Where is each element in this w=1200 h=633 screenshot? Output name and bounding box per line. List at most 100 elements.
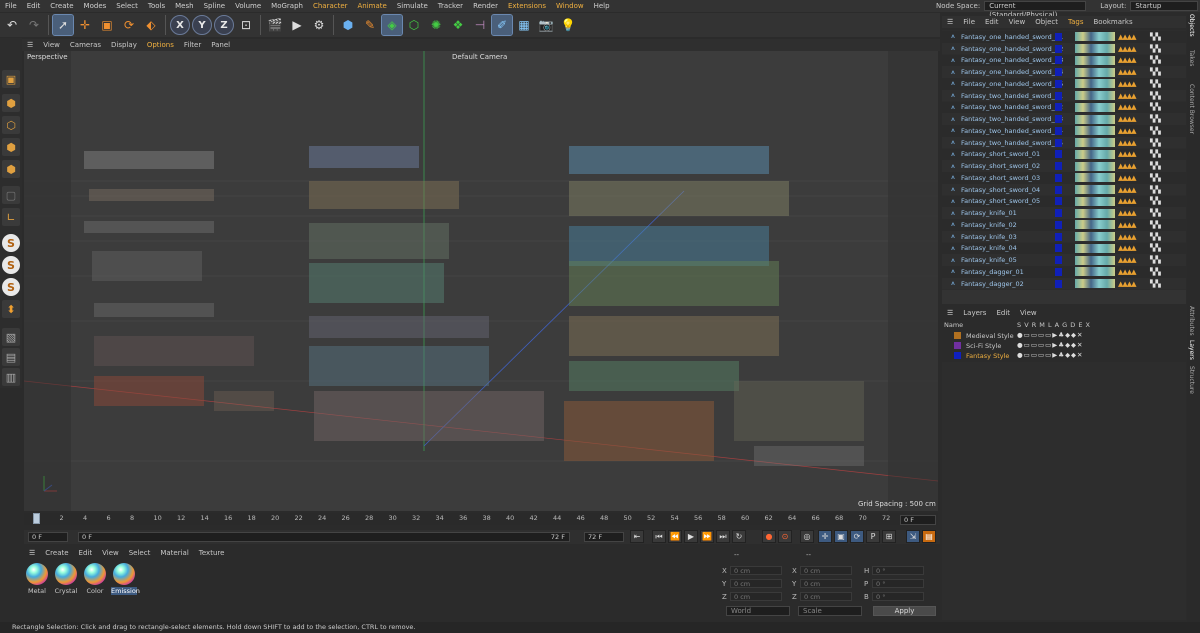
z-axis-lock-button[interactable]: Z xyxy=(214,15,234,35)
layer-menu-edit[interactable]: Edit xyxy=(991,309,1015,317)
material-menu-create[interactable]: Create xyxy=(40,549,73,559)
menu-mograph[interactable]: MoGraph xyxy=(266,2,308,10)
object-row[interactable]: ⩚ Fantasy_knife_03 ▲▲▲▲ ▚▚ xyxy=(942,230,1186,243)
autokey-icon[interactable]: ⊙ xyxy=(778,530,792,543)
object-menu-object[interactable]: Object xyxy=(1030,18,1063,26)
field-icon[interactable]: ❖ xyxy=(448,15,468,35)
layer-color-swatch[interactable] xyxy=(954,342,961,349)
lock-workplane-icon[interactable]: ▥ xyxy=(2,368,20,386)
range-markers-icon[interactable]: ⇤ xyxy=(630,530,644,543)
menu-simulate[interactable]: Simulate xyxy=(392,2,433,10)
object-row[interactable]: ⩚ Fantasy_dagger_02 ▲▲▲▲ ▚▚ xyxy=(942,277,1186,290)
menu-window[interactable]: Window xyxy=(551,2,589,10)
frame-range-slider[interactable]: 0 F 72 F xyxy=(78,532,570,542)
object-row[interactable]: ⩚ Fantasy_two_handed_sword_05 ▲▲▲▲ ▚▚ xyxy=(942,136,1186,149)
3d-viewport[interactable] xyxy=(24,51,938,511)
paint-icon[interactable]: ✐ xyxy=(491,14,513,36)
snap-settings-icon[interactable]: S xyxy=(2,256,20,274)
timeline-ruler[interactable]: 0246810121416182022242628303234363840424… xyxy=(24,513,938,525)
node-space-dropdown[interactable]: Current (Standard/Physical) xyxy=(984,1,1087,19)
layer-menu-icon[interactable]: ☰ xyxy=(942,309,958,317)
object-menu-file[interactable]: File xyxy=(958,18,980,26)
dock-tab-objects[interactable]: Objects xyxy=(1188,14,1195,37)
timeline-playhead[interactable] xyxy=(33,513,40,524)
recent-tool-icon[interactable]: ⬖ xyxy=(141,15,161,35)
render-view-icon[interactable]: 🎬 xyxy=(265,15,285,35)
scheme-icon[interactable]: ⇲ xyxy=(906,530,920,543)
material-swatch[interactable]: Emission xyxy=(111,563,140,595)
coord-value-field[interactable]: 0 ° xyxy=(872,566,924,575)
cloner-icon[interactable]: ⬡ xyxy=(404,15,424,35)
key-position-icon[interactable]: ✛ xyxy=(818,530,832,543)
rotate-icon[interactable]: ⟳ xyxy=(119,15,139,35)
menu-extensions[interactable]: Extensions xyxy=(503,2,551,10)
coordinate-system-icon[interactable]: ⊡ xyxy=(236,15,256,35)
object-row[interactable]: ⩚ Fantasy_knife_05 ▲▲▲▲ ▚▚ xyxy=(942,254,1186,266)
object-row[interactable]: ⩚ Fantasy_short_sword_05 ▲▲▲▲ ▚▚ xyxy=(942,195,1186,208)
loop-icon[interactable]: ↻ xyxy=(732,530,746,543)
next-key-icon[interactable]: ⏩ xyxy=(700,530,714,543)
axis-mode-icon[interactable]: ∟ xyxy=(2,208,20,226)
viewport-menu-panel[interactable]: Panel xyxy=(206,41,235,49)
object-menu-icon[interactable]: ☰ xyxy=(942,18,958,26)
previous-key-icon[interactable]: ⏪ xyxy=(668,530,682,543)
object-row[interactable]: ⩚ Fantasy_dagger_01 ▲▲▲▲ ▚▚ xyxy=(942,266,1186,278)
keyframe-selection-icon[interactable]: ◎ xyxy=(800,530,814,543)
coord-value-field[interactable]: 0 ° xyxy=(872,592,924,601)
start-frame-field[interactable]: 0 F xyxy=(28,532,68,542)
layer-row[interactable]: Sci-Fi Style ●▭▭▭▭▶♣◆◆✕ xyxy=(942,341,1186,351)
coord-value-field[interactable]: 0 cm xyxy=(800,579,852,588)
snap-icon[interactable]: S xyxy=(2,234,20,252)
object-menu-tags[interactable]: Tags xyxy=(1063,18,1089,26)
pen-icon[interactable]: ✎ xyxy=(360,15,380,35)
menu-animate[interactable]: Animate xyxy=(353,2,392,10)
menu-create[interactable]: Create xyxy=(45,2,78,10)
coord-value-field[interactable]: 0 cm xyxy=(800,566,852,575)
menu-edit[interactable]: Edit xyxy=(22,2,46,10)
menu-character[interactable]: Character xyxy=(308,2,353,10)
move-icon[interactable]: ✛ xyxy=(75,15,95,35)
menu-help[interactable]: Help xyxy=(589,2,615,10)
play-icon[interactable]: ▶ xyxy=(684,530,698,543)
coord-value-field[interactable]: 0 cm xyxy=(730,566,782,575)
object-row[interactable]: ⩚ Fantasy_knife_01 ▲▲▲▲ ▚▚ xyxy=(942,207,1186,219)
object-row[interactable]: ⩚ Fantasy_two_handed_sword_02 ▲▲▲▲ ▚▚ xyxy=(942,101,1186,114)
camera-icon[interactable]: 📷 xyxy=(536,15,556,35)
viewport-solo-icon[interactable]: ▤ xyxy=(2,348,20,366)
coord-value-field[interactable]: 0 cm xyxy=(800,592,852,601)
object-row[interactable]: ⩚ Fantasy_one_handed_sword_01 ▲▲▲▲ ▚▚ xyxy=(942,31,1186,43)
menu-modes[interactable]: Modes xyxy=(79,2,112,10)
dock-tab-attributes[interactable]: Attributes xyxy=(1188,306,1195,336)
object-row[interactable]: ⩚ Fantasy_short_sword_02 ▲▲▲▲ ▚▚ xyxy=(942,160,1186,172)
spline-tool-icon[interactable]: ⊣ xyxy=(470,15,490,35)
layout-dropdown[interactable]: Startup xyxy=(1130,1,1199,11)
go-to-end-icon[interactable]: ⏭ xyxy=(716,530,730,543)
key-scale-icon[interactable]: ▣ xyxy=(834,530,848,543)
object-row[interactable]: ⩚ Fantasy_one_handed_sword_04 ▲▲▲▲ ▚▚ xyxy=(942,66,1186,78)
object-row[interactable]: ⩚ Fantasy_two_handed_sword_03 ▲▲▲▲ ▚▚ xyxy=(942,113,1186,125)
layer-color-swatch[interactable] xyxy=(954,332,961,339)
edges-mode-icon[interactable]: ⬢ xyxy=(2,138,20,156)
viewport-menu-cameras[interactable]: Cameras xyxy=(65,41,106,49)
material-menu-material[interactable]: Material xyxy=(155,549,193,559)
light-icon[interactable]: 💡 xyxy=(558,15,578,35)
x-axis-lock-button[interactable]: X xyxy=(170,15,190,35)
layer-menu-layers[interactable]: Layers xyxy=(958,309,991,317)
model-mode-icon[interactable]: ⬢ xyxy=(2,94,20,112)
subdivision-icon[interactable]: ◈ xyxy=(381,14,403,36)
viewport-menu-options[interactable]: Options xyxy=(142,41,179,49)
viewport-menu-filter[interactable]: Filter xyxy=(179,41,206,49)
material-menu-texture[interactable]: Texture xyxy=(194,549,230,559)
undo-icon[interactable]: ↶ xyxy=(2,15,22,35)
object-row[interactable]: ⩚ Fantasy_knife_02 ▲▲▲▲ ▚▚ xyxy=(942,219,1186,231)
menu-tracker[interactable]: Tracker xyxy=(433,2,468,10)
menu-mesh[interactable]: Mesh xyxy=(170,2,198,10)
material-menu-view[interactable]: View xyxy=(97,549,124,559)
layer-row[interactable]: Fantasy Style ●▭▭▭▭▶♣◆◆✕ xyxy=(942,351,1186,361)
viewport-menu-icon[interactable]: ☰ xyxy=(22,41,38,49)
object-menu-view[interactable]: View xyxy=(1004,18,1031,26)
menu-select[interactable]: Select xyxy=(111,2,143,10)
dock-tab-structure[interactable]: Structure xyxy=(1188,366,1195,394)
redo-icon[interactable]: ↷ xyxy=(24,15,44,35)
go-to-start-icon[interactable]: ⏮ xyxy=(652,530,666,543)
